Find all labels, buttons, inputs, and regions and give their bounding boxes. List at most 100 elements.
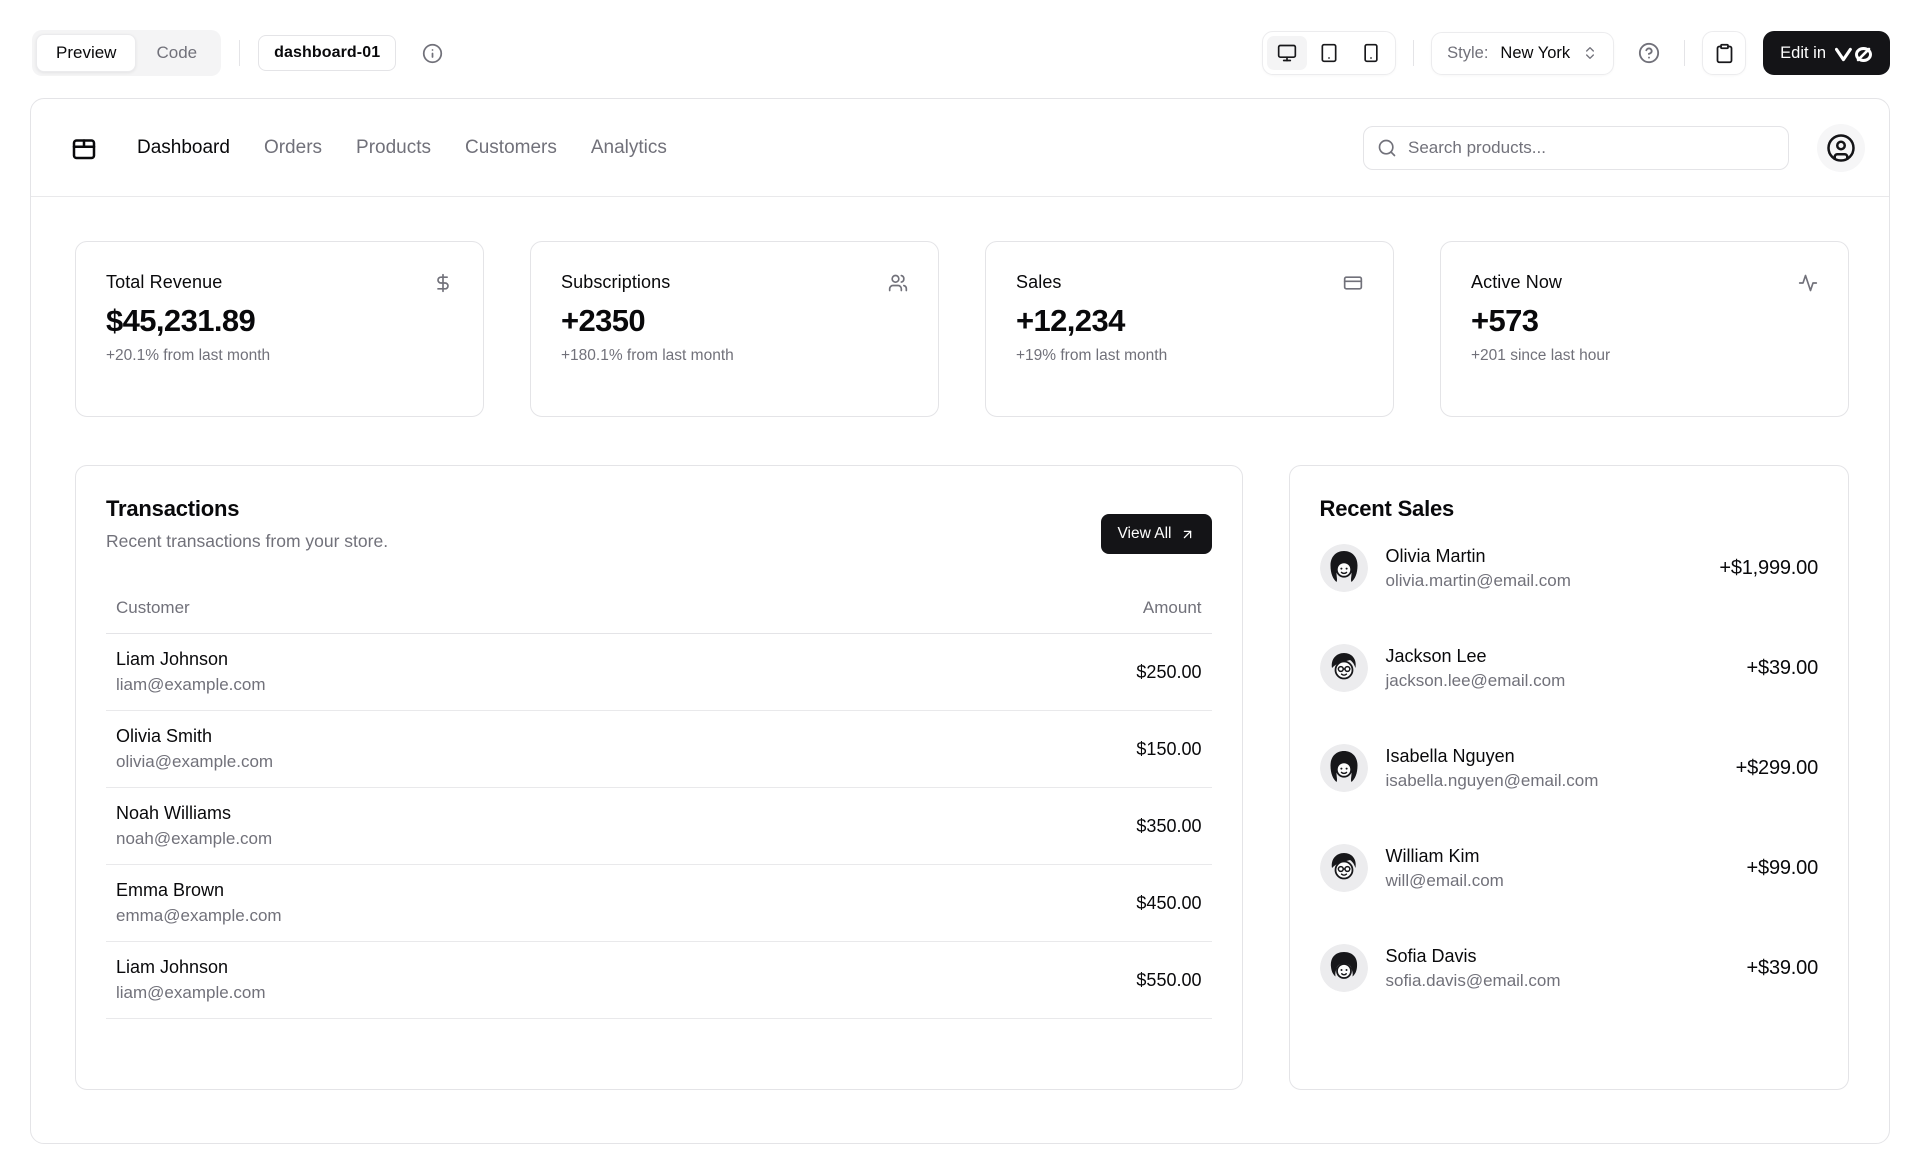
recent-sale-item: Isabella Nguyen isabella.nguyen@email.com…: [1320, 744, 1819, 792]
edit-in-v0-label: Edit in: [1780, 44, 1826, 63]
stat-value: $45,231.89: [106, 303, 453, 339]
transaction-row[interactable]: Olivia Smitholivia@example.com $150.00: [106, 711, 1212, 788]
transaction-customer: Olivia Smitholivia@example.com: [116, 726, 273, 772]
v0-logo-icon: [1835, 46, 1873, 63]
customer-email: noah@example.com: [116, 829, 272, 849]
block-toolbar: PreviewCode dashboard-01 Style: New York…: [0, 0, 1920, 98]
smartphone-icon: [1361, 43, 1381, 63]
stat-value: +12,234: [1016, 303, 1363, 339]
toolbar-divider: [239, 40, 240, 66]
customer-email: liam@example.com: [116, 675, 266, 695]
chevrons-up-down-icon: [1582, 45, 1598, 61]
transaction-amount: $450.00: [1136, 893, 1201, 914]
column-header-amount: Amount: [1143, 598, 1202, 618]
customer-email: emma@example.com: [116, 906, 282, 926]
recent-sale-item: William Kim will@email.com +$99.00: [1320, 844, 1819, 892]
dashboard-content: Total Revenue $45,231.89 +20.1% from last …: [31, 197, 1889, 1134]
customer-email: liam@example.com: [116, 983, 266, 1003]
transaction-customer: Noah Williamsnoah@example.com: [116, 803, 272, 849]
nav-item-customers[interactable]: Customers: [465, 137, 557, 159]
nav-item-analytics[interactable]: Analytics: [591, 137, 667, 159]
avatar: [1320, 944, 1368, 992]
transactions-card: Transactions Recent transactions from yo…: [75, 465, 1243, 1090]
device-toggle-desktop[interactable]: [1267, 36, 1307, 70]
users-icon: [888, 273, 908, 293]
sale-name: William Kim: [1386, 846, 1504, 867]
transaction-row[interactable]: Noah Williamsnoah@example.com$350.00: [106, 788, 1212, 865]
user-menu-button[interactable]: [1817, 124, 1865, 172]
avatar: [1320, 644, 1368, 692]
sale-email: sofia.davis@email.com: [1386, 971, 1561, 991]
dashboard-preview-frame: Dashboard Orders Products Customers Analytic…: [30, 98, 1890, 1144]
stat-cards-row: Total Revenue $45,231.89 +20.1% from last …: [75, 241, 1849, 417]
package-icon[interactable]: [69, 133, 99, 163]
transaction-row[interactable]: Liam Johnsonliam@example.com$550.00: [106, 942, 1212, 1019]
stat-card-active-now: Active Now+573+201 since last hour: [1440, 241, 1849, 417]
column-header-customer: Customer: [116, 598, 190, 618]
toolbar-divider: [1413, 40, 1414, 66]
transactions-table-body: Liam Johnsonliam@example.com$250.00Olivi…: [106, 634, 1212, 1019]
nav-links: Dashboard Orders Products Customers Analytic…: [137, 137, 667, 159]
help-icon[interactable]: [1631, 35, 1667, 71]
clipboard-icon: [1714, 43, 1735, 64]
tab-preview[interactable]: Preview: [36, 34, 136, 72]
recent-sale-item: Olivia Martinolivia.martin@email.com +$1,…: [1320, 544, 1819, 592]
nav-item-dashboard[interactable]: Dashboard: [137, 137, 230, 159]
view-all-label: View All: [1118, 525, 1172, 543]
device-toggle-group: [1262, 31, 1396, 75]
transaction-amount: $150.00: [1136, 739, 1201, 760]
transaction-row[interactable]: Emma Brown emma@example.com $450.00: [106, 865, 1212, 942]
sale-customer: Sofia Davissofia.davis@email.com: [1386, 946, 1561, 991]
transaction-customer: Liam Johnsonliam@example.com: [116, 957, 266, 1003]
sale-amount: +$39.00: [1747, 957, 1818, 980]
sale-amount: +$99.00: [1747, 857, 1818, 880]
view-all-button[interactable]: View All: [1101, 514, 1212, 554]
transaction-row[interactable]: Liam Johnsonliam@example.com$250.00: [106, 634, 1212, 711]
customer-name: Emma Brown: [116, 880, 282, 901]
stat-change: +19% from last month: [1016, 347, 1363, 365]
block-name-badge: dashboard-01: [258, 35, 396, 71]
arrow-up-right-icon: [1180, 527, 1195, 542]
stat-change: +20.1% from last month: [106, 347, 453, 365]
copy-code-button[interactable]: [1702, 31, 1746, 75]
sale-email: olivia.martin@email.com: [1386, 571, 1571, 591]
dollar-sign-icon: [433, 273, 453, 293]
stat-change: +180.1% from last month: [561, 347, 908, 365]
stat-title: Sales: [1016, 272, 1062, 293]
transaction-customer: Emma Brown emma@example.com: [116, 880, 282, 926]
circle-user-icon: [1826, 133, 1856, 163]
transactions-table: Customer Amount Liam Johnsonliam@example…: [106, 598, 1212, 1019]
device-toggle-mobile[interactable]: [1351, 36, 1391, 70]
nav-item-products[interactable]: Products: [356, 137, 431, 159]
sale-name: Isabella Nguyen: [1386, 746, 1599, 767]
transaction-customer: Liam Johnson liam@example.com: [116, 649, 266, 695]
sale-email: isabella.nguyen@email.com: [1386, 771, 1599, 791]
style-label: Style:: [1447, 44, 1488, 63]
sale-amount: +$1,999.00: [1719, 557, 1818, 580]
sale-amount: +$39.00: [1747, 657, 1818, 680]
tab-code[interactable]: Code: [136, 34, 217, 72]
stat-title: Active Now: [1471, 272, 1562, 293]
sale-customer: Olivia Martinolivia.martin@email.com: [1386, 546, 1571, 591]
sale-email: will@email.com: [1386, 871, 1504, 891]
nav-right: [1363, 124, 1865, 172]
activity-icon: [1798, 273, 1818, 293]
transactions-title: Transactions: [106, 496, 1212, 522]
customer-name: Liam Johnson: [116, 649, 266, 670]
avatar: [1320, 744, 1368, 792]
search-input[interactable]: [1408, 138, 1775, 158]
stat-change: +201 since last hour: [1471, 347, 1818, 365]
stat-title: Total Revenue: [106, 272, 222, 293]
sale-name: Jackson Lee: [1386, 646, 1566, 667]
nav-item-orders[interactable]: Orders: [264, 137, 322, 159]
avatar: [1320, 544, 1368, 592]
style-select[interactable]: Style: New York: [1431, 32, 1614, 75]
info-icon[interactable]: [414, 35, 450, 71]
device-toggle-tablet[interactable]: [1309, 36, 1349, 70]
recent-sale-item: Jackson Leejackson.lee@email.com +$39.00: [1320, 644, 1819, 692]
edit-in-v0-button[interactable]: Edit in: [1763, 31, 1890, 75]
bottom-row: Transactions Recent transactions from yo…: [75, 465, 1849, 1090]
avatar: [1320, 844, 1368, 892]
sale-customer: Jackson Leejackson.lee@email.com: [1386, 646, 1566, 691]
recent-sales-card: Recent Sales Olivia Martinolivia.martin@…: [1289, 465, 1850, 1090]
